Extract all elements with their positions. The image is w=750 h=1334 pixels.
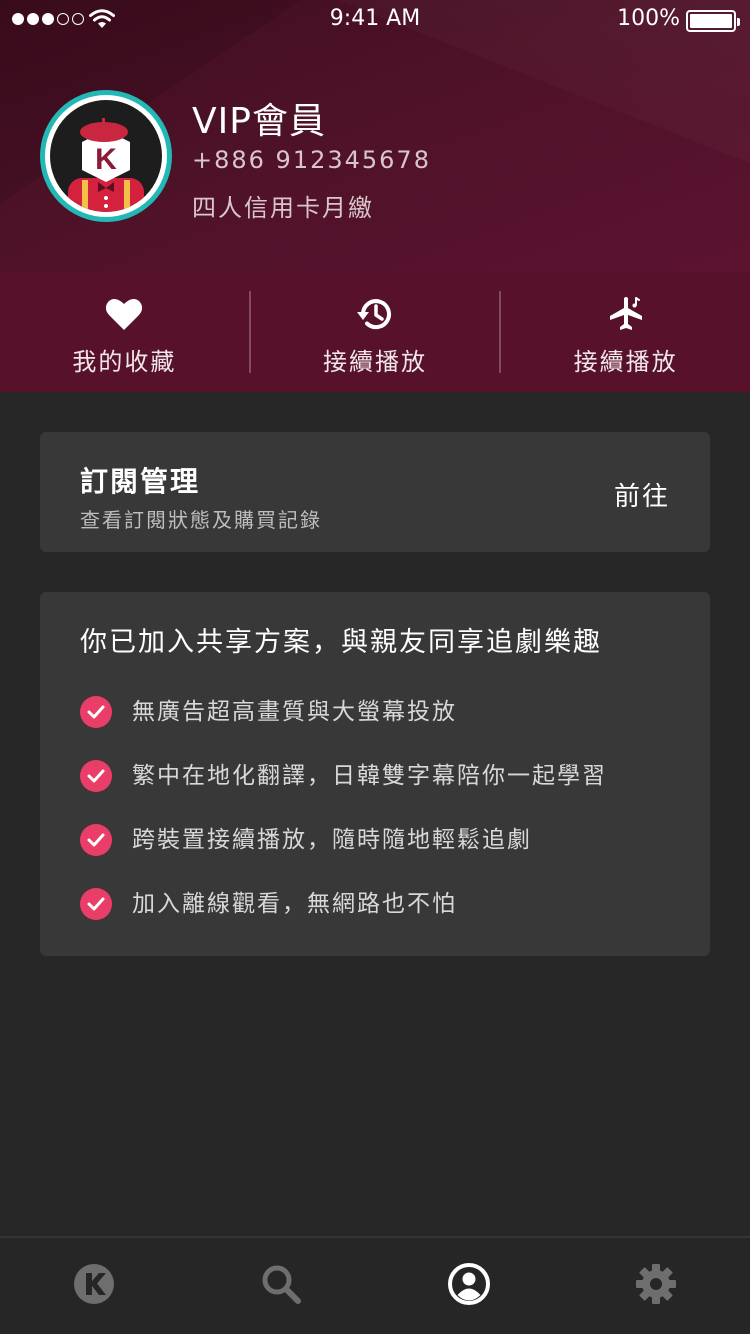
go-button[interactable]: 前往	[614, 476, 670, 513]
home-k-icon	[72, 1262, 116, 1310]
subscription-description: 查看訂閱狀態及購買記錄	[80, 508, 322, 532]
tab-profile[interactable]	[375, 1238, 563, 1334]
status-bar: 9:41 AM 100%	[0, 0, 750, 40]
profile-name: VIP會員	[192, 101, 326, 142]
quick-action-label: 接續播放	[323, 348, 427, 376]
kkdrama-mascot-avatar-icon: K	[50, 100, 162, 212]
benefits-title: 你已加入共享方案，與親友同享追劇樂趣	[80, 627, 602, 658]
list-item: 繁中在地化翻譯，日韓雙字幕陪你一起學習	[80, 760, 607, 824]
quick-action-favorites[interactable]: 我的收藏	[0, 272, 249, 392]
profile-phone: +886 912345678	[192, 146, 431, 174]
search-icon	[259, 1262, 303, 1310]
battery-icon	[686, 10, 740, 32]
quick-action-offline[interactable]: 接續播放	[501, 272, 750, 392]
list-item: 加入離線觀看，無網路也不怕	[80, 888, 607, 952]
airplane-icon	[606, 294, 646, 334]
heart-icon	[104, 294, 144, 334]
profile-header: 9:41 AM 100% K VIP會員 +886 912345678 四人信用…	[0, 0, 750, 272]
subscription-plan-label: 四人信用卡月繳	[192, 194, 374, 222]
subscription-management-card[interactable]: 訂閱管理 查看訂閱狀態及購買記錄 前往	[40, 432, 710, 552]
profile-icon	[447, 1262, 491, 1310]
avatar[interactable]: K	[40, 90, 172, 222]
benefit-text: 加入離線觀看，無網路也不怕	[132, 891, 457, 917]
check-icon	[80, 696, 112, 728]
tab-search[interactable]	[188, 1238, 376, 1334]
history-icon	[355, 294, 395, 334]
quick-action-continue-watching[interactable]: 接續播放	[251, 272, 500, 392]
tab-settings[interactable]	[563, 1238, 750, 1334]
list-item: 無廣告超高畫質與大螢幕投放	[80, 696, 607, 760]
quick-action-label: 我的收藏	[72, 348, 177, 376]
shared-plan-benefits-card: 你已加入共享方案，與親友同享追劇樂趣 無廣告超高畫質與大螢幕投放 繁中在地化翻譯…	[40, 592, 710, 956]
list-item: 跨裝置接續播放，隨時隨地輕鬆追劇	[80, 824, 607, 888]
bottom-tab-bar	[0, 1236, 750, 1334]
check-icon	[80, 888, 112, 920]
subscription-title: 訂閱管理	[80, 465, 201, 498]
check-icon	[80, 824, 112, 856]
tab-home[interactable]	[0, 1238, 188, 1334]
benefit-text: 無廣告超高畫質與大螢幕投放	[132, 699, 457, 725]
benefit-list: 無廣告超高畫質與大螢幕投放 繁中在地化翻譯，日韓雙字幕陪你一起學習 跨裝置接續播…	[80, 696, 607, 952]
quick-action-label: 接續播放	[573, 348, 678, 376]
check-icon	[80, 760, 112, 792]
settings-gear-icon	[634, 1262, 678, 1310]
benefit-text: 繁中在地化翻譯，日韓雙字幕陪你一起學習	[132, 763, 607, 789]
quick-actions-bar: 我的收藏 接續播放 接續播放	[0, 272, 750, 392]
avatar-letter: K	[95, 143, 117, 176]
benefit-text: 跨裝置接續播放，隨時隨地輕鬆追劇	[132, 827, 532, 853]
account-screen: 9:41 AM 100% K VIP會員 +886 912345678 四人信用…	[0, 0, 750, 1334]
battery-percentage: 100%	[617, 6, 680, 31]
